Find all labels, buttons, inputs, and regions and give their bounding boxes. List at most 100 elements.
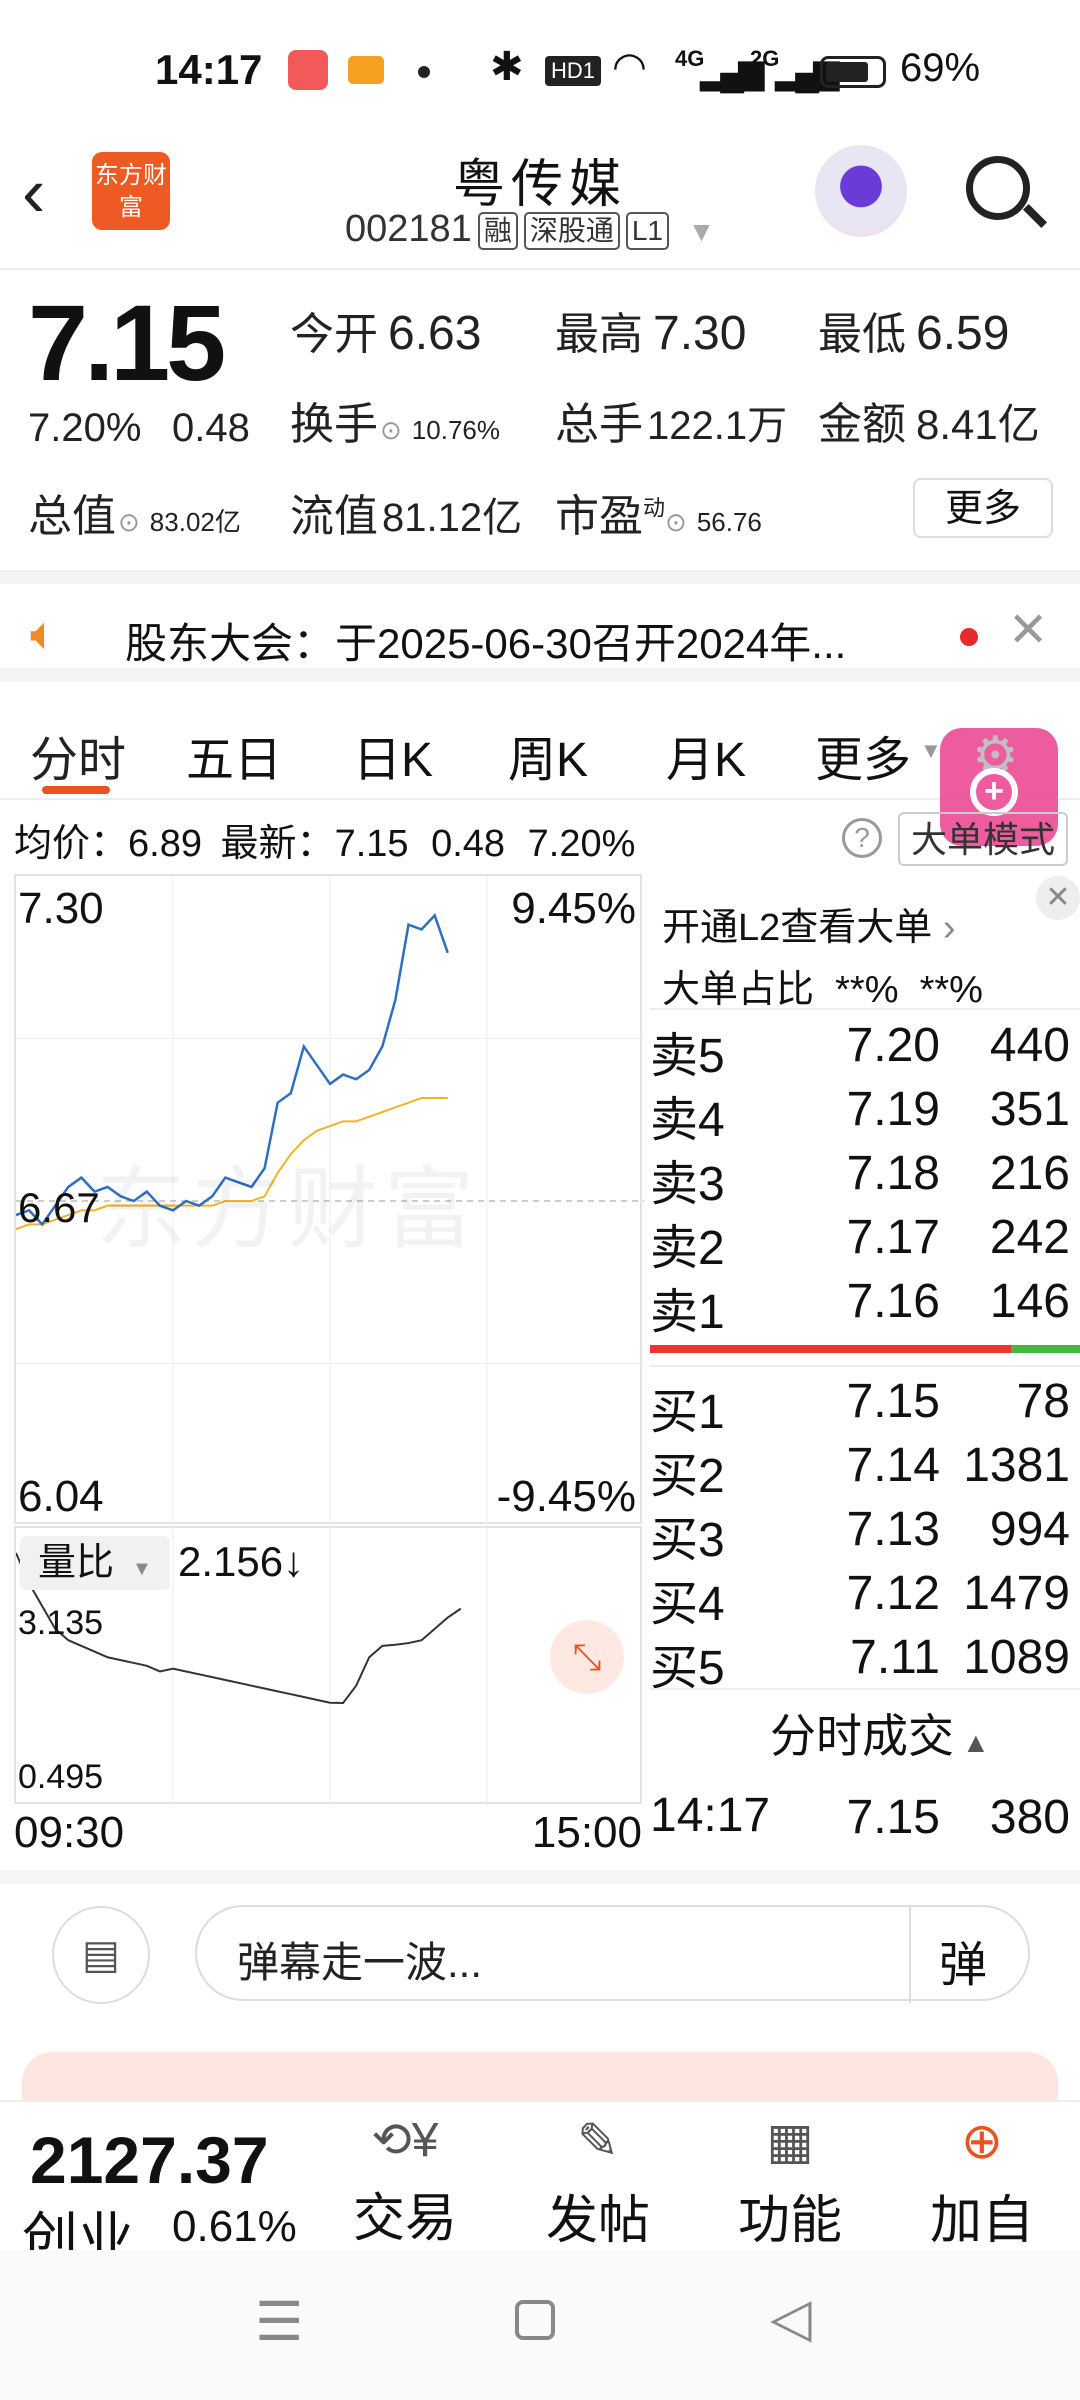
notice-text: 股东大会：于2025-06-30召开2024年... [125,620,847,667]
open-item: 今开 6.63 [290,298,481,362]
danmu-input[interactable]: 弹幕走一波... 弹 [195,1905,1030,2003]
info-icon[interactable]: ⊙ [380,415,402,445]
danmu-settings-button[interactable]: ▤ [52,1906,150,2004]
sells-qty: 242 [989,1211,1070,1264]
tab-five-day[interactable]: 五日 [186,720,282,790]
watermark: 东方财富 [96,1160,480,1260]
sells-label: 卖4 [650,1094,725,1147]
grid-icon: ▦ [766,2113,814,2169]
buys-label: 买2 [650,1450,725,1503]
dot-icon [418,66,430,78]
vol-ratio-dropdown[interactable]: 量比 ▼ [20,1536,170,1590]
buys-row: 买4 7.12 1479 [650,1564,1080,1631]
tab-intraday[interactable]: 分时 [30,720,126,790]
big-order-mode-button[interactable]: 大单模式 [898,812,1068,866]
battery-icon [820,56,886,88]
amount-value: 8.41亿 [916,401,1040,448]
nav-trade[interactable]: ⟲¥ 交易 [335,2112,475,2251]
y-max-label: 7.30 [18,884,104,933]
help-icon[interactable]: ? [842,818,882,858]
current-price: 7.15 [28,282,226,403]
close-l2-icon[interactable]: ✕ [1036,876,1080,920]
stock-name: 粤传媒 [452,156,627,214]
buys-qty: 78 [1016,1375,1070,1428]
yuan-icon: ⟲¥ [371,2114,439,2167]
high-value: 7.30 [653,307,747,360]
close-icon[interactable]: ✕ [1008,602,1048,658]
home-icon[interactable] [515,2300,555,2340]
sells-qty: 440 [989,1019,1070,1072]
sells-price[interactable]: 7.18 [847,1146,940,1201]
danmu-divider [909,1907,911,2003]
avg-price-line: 均价：6.89 最新：7.15 0.48 7.20% [14,812,635,867]
sells-row: 卖1 7.16 146 [650,1272,1080,1339]
sells-price[interactable]: 7.16 [847,1274,940,1329]
vol-max-label: 3.135 [18,1604,104,1642]
buys-price[interactable]: 7.12 [847,1566,940,1621]
buys-label: 买1 [650,1386,725,1439]
tab-monthly-k[interactable]: 月K [666,720,746,790]
buys-qty: 994 [989,1503,1070,1556]
sells-label: 卖1 [650,1286,725,1339]
caret-up-icon: ▲ [962,1727,990,1758]
sells-label: 卖5 [650,1030,725,1083]
latest-change: 0.48 [431,823,506,865]
edit-icon: ✎ [577,2113,619,2169]
pct-top-label: 9.45% [511,884,636,933]
connect-tag: 深股通 [523,211,620,250]
buys-row: 买2 7.14 1381 [650,1436,1080,1503]
nav-functions[interactable]: ▦ 功能 [720,2112,860,2253]
trade-time: 14:17 [650,1789,771,1842]
buys-qty: 1381 [963,1439,1070,1492]
bottom-nav: 2127.37 创业 0.61% ⟲¥ 交易 ✎ 发帖 ▦ 功能 ⊕ 加自 [0,2100,1080,2270]
sells-row: 卖2 7.17 242 [650,1208,1080,1275]
back-nav-icon[interactable]: ◁ [770,2286,812,2349]
time-end: 15:00 [531,1808,642,1857]
volume-value: 122.1万 [647,404,788,448]
sells-price[interactable]: 7.20 [847,1018,940,1073]
tab-weekly-k[interactable]: 周K [508,720,588,790]
trades-title[interactable]: 分时成交 ▲ [770,1700,990,1766]
buys-price[interactable]: 7.13 [847,1502,940,1557]
search-icon[interactable] [966,156,1030,220]
y-mid-label: 6.67 [18,1184,100,1231]
volume-ratio-chart[interactable]: 量比 ▼ 2.156↓ 3.135 0.495 ⤡ [14,1526,642,1806]
sells-price[interactable]: 7.17 [847,1210,940,1265]
chevron-right-icon: › [932,907,956,949]
more-button[interactable]: 更多 [913,478,1053,538]
chart-tabs: 分时 五日 日K 周K 月K 更多 ▼ [0,690,1080,800]
wallet-icon [348,56,384,84]
volume-item: 总手 122.1万 [555,388,787,452]
chevron-down-icon: ▼ [687,216,716,247]
intraday-chart[interactable]: 7.30 9.45% 6.67 6.04 -9.45% 东方财富 [14,874,644,1526]
expand-icon[interactable]: ⤡ [550,1620,624,1694]
buys-qty: 1089 [963,1631,1070,1684]
stock-code-row[interactable]: 002181 融深股通 L1 ▼ [345,208,715,251]
index-value[interactable]: 2127.37 [30,2122,269,2198]
tab-more[interactable]: 更多 [815,720,911,790]
buys-price[interactable]: 7.15 [847,1374,940,1429]
low-value: 6.59 [916,307,1010,360]
buys-price[interactable]: 7.14 [847,1438,940,1493]
danmu-send-button[interactable]: 弹 [939,1925,987,1995]
info-icon-3[interactable]: ⊙ [665,507,687,537]
buys-price[interactable]: 7.11 [850,1630,940,1685]
status-bar: 14:17 ✱ HD1 ◠ 4G ▂▄▆ 2G ▂▄▆ 69% [0,0,1080,130]
zoom-in-icon: + [970,768,1018,816]
vol-ratio-value: 2.156↓ [178,1538,305,1585]
nav-add-watchlist[interactable]: ⊕ 加自 [912,2112,1052,2253]
battery-percent: 69% [900,46,981,90]
buys-row: 买3 7.13 994 [650,1500,1080,1567]
menu-icon[interactable]: ☰ [255,2290,303,2353]
info-icon-2[interactable]: ⊙ [118,507,140,537]
buys-label: 买4 [650,1578,725,1631]
robot-avatar[interactable] [815,145,907,237]
tab-daily-k[interactable]: 日K [353,720,433,790]
nav-post[interactable]: ✎ 发帖 [528,2112,668,2253]
l2-link[interactable]: 开通L2查看大单 › [662,896,956,951]
sells-row: 卖5 7.20 440 [650,1016,1080,1083]
sells-row: 卖4 7.19 351 [650,1080,1080,1147]
hd-icon: HD1 [545,56,602,86]
sells-price[interactable]: 7.19 [847,1082,940,1137]
notice-bar[interactable]: 🔈︎ 股东大会：于2025-06-30召开2024年... ✕ [0,570,1080,682]
